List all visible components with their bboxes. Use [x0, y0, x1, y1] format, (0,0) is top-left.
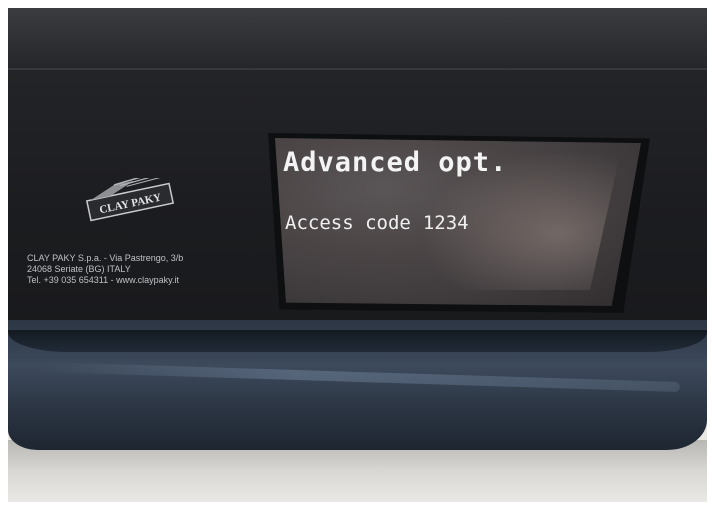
bumper-lip	[8, 330, 707, 352]
lcd-menu-title: Advanced opt.	[283, 147, 508, 178]
manufacturer-info: CLAY PAKY S.p.a. - Via Pastrengo, 3/b 24…	[27, 253, 183, 286]
access-code-value: 1234	[422, 212, 469, 234]
device-photo: Advanced opt. Access code 1234 CLAY PAKY …	[0, 0, 715, 510]
clay-paky-logo: CLAY PAKY	[85, 178, 175, 222]
lcd-access-code-line: Access code 1234	[285, 212, 481, 234]
address-line-3: Tel. +39 035 654311 - www.claypaky.it	[27, 275, 180, 285]
address-line-1: CLAY PAKY S.p.a. - Via Pastrengo, 3/b	[27, 253, 184, 263]
address-line-2: 24068 Seriate (BG) ITALY	[27, 264, 131, 274]
access-code-label: Access code	[285, 212, 411, 234]
